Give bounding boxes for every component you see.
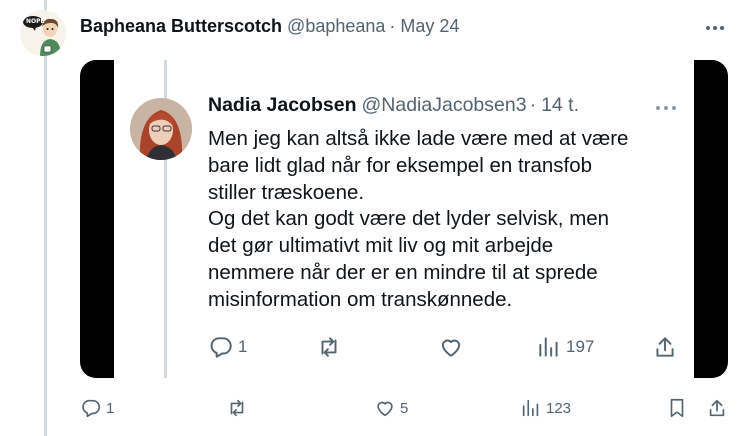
text-line: det gør ultimativt mit liv og mit arbejd… xyxy=(208,234,554,258)
share-button[interactable] xyxy=(706,394,728,422)
screenshot-author-handle: @NadiaJacobsen3 xyxy=(361,94,527,116)
screenshot-content: Nadia Jacobsen @NadiaJacobsen3 · 14 t. M… xyxy=(114,60,694,378)
heart-icon xyxy=(441,339,461,357)
views-chart-icon xyxy=(539,337,558,357)
screenshot-more-icon xyxy=(652,98,680,118)
avatar-badge-text: NOPE xyxy=(26,18,45,25)
views-chart-icon xyxy=(522,399,539,417)
screenshot-header: Nadia Jacobsen @NadiaJacobsen3 · 14 t. xyxy=(208,94,579,117)
screenshot-retweet xyxy=(316,332,342,362)
reply-count: 1 xyxy=(106,399,115,417)
screenshot-time: 14 t. xyxy=(541,94,580,116)
screenshot-reply: 1 xyxy=(208,332,247,362)
screenshot-like xyxy=(438,332,464,362)
reply-button[interactable]: 1 xyxy=(80,394,114,422)
retweet-button[interactable] xyxy=(226,394,248,422)
retweet-icon xyxy=(321,337,337,357)
tweet-action-bar: 1 5 123 xyxy=(80,394,730,422)
reply-icon xyxy=(210,337,232,358)
text-line: nemmere når der er en mindre til at spre… xyxy=(208,260,598,284)
screenshot-author-name: Nadia Jacobsen xyxy=(208,94,357,116)
screenshot-views: 197 xyxy=(536,332,594,362)
text-line: Men jeg kan altså ikke lade være med at … xyxy=(208,127,629,150)
retweet-icon xyxy=(230,399,244,417)
like-button[interactable]: 5 xyxy=(374,394,408,422)
screenshot-tweet-text: Men jeg kan altså ikke lade være med at … xyxy=(208,126,688,314)
more-options-button[interactable] xyxy=(700,18,730,38)
reply-icon xyxy=(82,399,101,418)
text-line: bare lidt glad når for eksempel en trans… xyxy=(208,153,593,177)
views-button[interactable]: 123 xyxy=(520,394,571,422)
avatar-illustration xyxy=(20,10,66,56)
screenshot-avatar xyxy=(130,98,192,160)
tweet-header: Bapheana Butterscotch @bapheana · May 24 xyxy=(80,16,459,37)
author-name[interactable]: Bapheana Butterscotch xyxy=(80,16,282,37)
more-dots-icon xyxy=(656,106,676,110)
attached-image[interactable]: Nadia Jacobsen @NadiaJacobsen3 · 14 t. M… xyxy=(80,60,728,378)
like-count: 5 xyxy=(400,399,409,417)
screenshot-share xyxy=(652,332,678,362)
screenshot-views-count: 197 xyxy=(566,337,595,356)
separator-dot: · xyxy=(389,16,396,36)
screenshot-reply-count: 1 xyxy=(238,337,248,356)
more-dots-icon xyxy=(706,26,724,30)
heart-icon xyxy=(377,401,393,417)
text-line: stiller træskoene. xyxy=(208,180,365,204)
thread-line xyxy=(44,0,47,436)
portrait-illustration xyxy=(130,98,192,160)
text-line: misinformation om transkønnede. xyxy=(208,287,513,311)
views-count: 123 xyxy=(546,399,572,417)
bookmark-button[interactable] xyxy=(666,394,688,422)
share-icon xyxy=(709,399,725,417)
share-icon xyxy=(656,337,674,357)
bookmark-icon xyxy=(670,398,684,418)
avatar[interactable]: NOPE xyxy=(20,10,66,56)
author-handle[interactable]: @bapheana xyxy=(287,16,385,37)
screenshot-separator-dot: · xyxy=(529,94,537,116)
screenshot-action-bar: 1 197 xyxy=(208,332,688,362)
text-line: Og det kan godt være det lyder selvisk, … xyxy=(208,207,610,231)
tweet-date[interactable]: May 24 xyxy=(400,16,459,37)
